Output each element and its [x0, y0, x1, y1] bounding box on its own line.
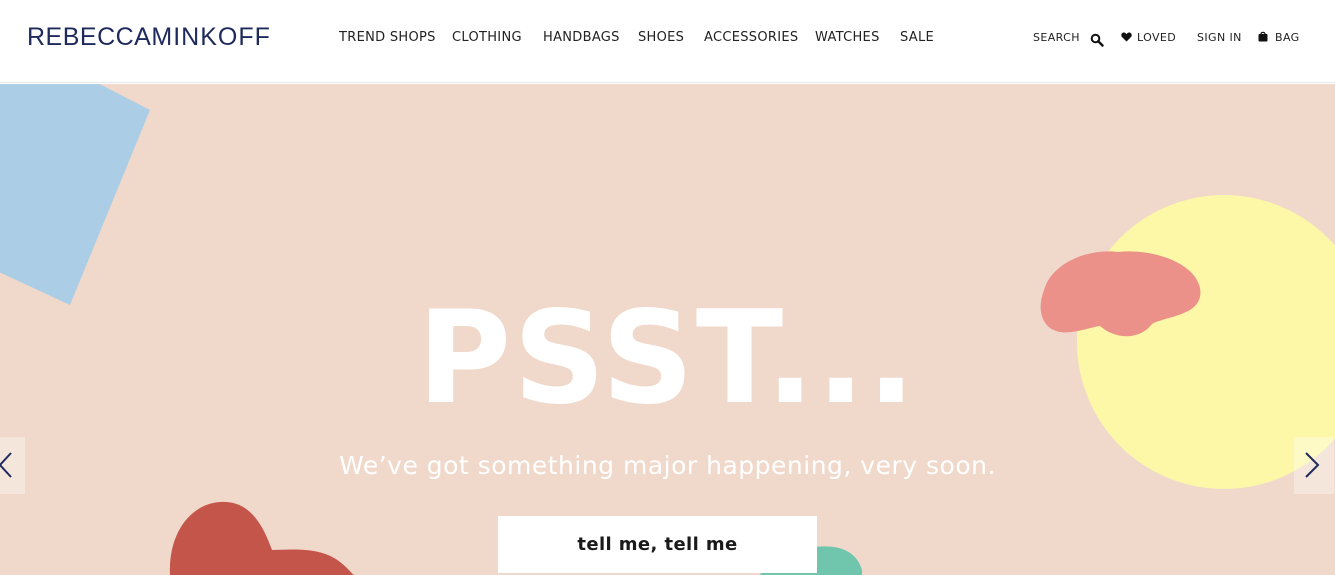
nav-item-watches[interactable]: WATCHES [815, 28, 880, 48]
tell-me-button[interactable]: tell me, tell me [498, 516, 817, 573]
nav-item-sale[interactable]: SALE [900, 28, 934, 48]
hero-banner: PSST... We’ve got something major happen… [0, 84, 1335, 575]
nav-item-handbags[interactable]: HANDBAGS [543, 28, 620, 48]
chevron-right-icon [1305, 452, 1320, 478]
bag-icon [1258, 31, 1268, 42]
nav-item-trend-shops[interactable]: TREND SHOPS [339, 28, 436, 48]
nav-item-accessories[interactable]: ACCESSORIES [704, 28, 798, 48]
brand-name-second: MINKOFF [151, 23, 271, 51]
chevron-left-icon [0, 452, 12, 478]
red-blob-shape [169, 501, 354, 575]
carousel-prev-button[interactable] [0, 437, 25, 494]
hero-subheadline: We’ve got something major happening, ver… [339, 451, 996, 480]
search-label: SEARCH [1033, 31, 1080, 44]
nav-item-clothing[interactable]: CLOTHING [452, 28, 522, 48]
search-link[interactable]: SEARCH [1033, 29, 1080, 47]
loved-label: LOVED [1137, 31, 1177, 44]
bag-label: BAG [1275, 31, 1300, 44]
sign-in-label: SIGN IN [1197, 31, 1242, 44]
brand-name-first: REBECCA [27, 23, 152, 51]
nav-item-shoes[interactable]: SHOES [638, 28, 684, 48]
hero-headline: PSST... [417, 284, 918, 433]
carousel-next-button[interactable] [1294, 437, 1334, 494]
heart-icon [1121, 32, 1132, 41]
sign-in-link[interactable]: SIGN IN [1197, 29, 1242, 47]
site-header: REBECCAMINKOFF TREND SHOPS CLOTHING HAND… [0, 0, 1335, 83]
search-icon[interactable] [1090, 31, 1104, 49]
blue-square-shape [0, 84, 150, 305]
brand-logo[interactable]: REBECCAMINKOFF [27, 22, 271, 52]
bag-link[interactable]: BAG [1258, 29, 1300, 47]
loved-link[interactable]: LOVED [1121, 29, 1176, 47]
